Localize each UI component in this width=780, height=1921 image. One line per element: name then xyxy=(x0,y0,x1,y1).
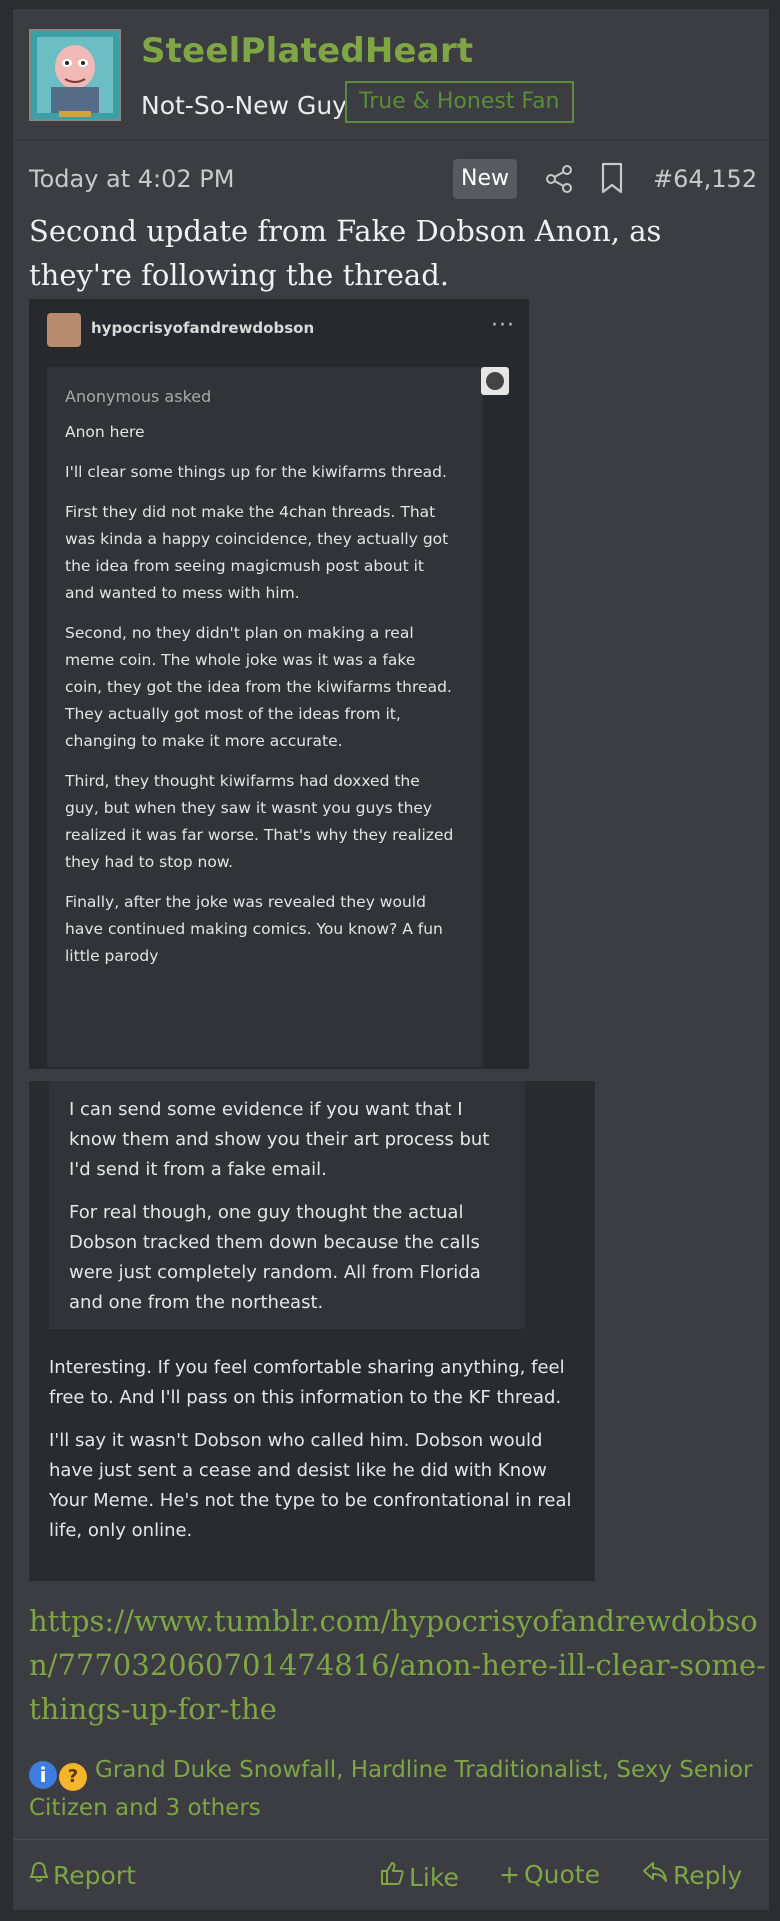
post-number[interactable]: #64,152 xyxy=(653,165,757,193)
answer-paragraph: I'll say it wasn't Dobson who called him… xyxy=(49,1430,572,1541)
reactions-bar[interactable]: i? Grand Duke Snowfall, Hardline Traditio… xyxy=(29,1753,759,1825)
plus-icon: + xyxy=(499,1860,520,1889)
username[interactable]: SteelPlatedHeart xyxy=(141,31,473,71)
ask-paragraph: Second, no they didn't plan on making a … xyxy=(65,624,452,750)
user-banner: True & Honest Fan xyxy=(345,81,574,123)
reply-button[interactable]: Reply xyxy=(641,1860,742,1890)
quote-label: Quote xyxy=(523,1860,600,1889)
ask-paragraph: For real though, one guy thought the act… xyxy=(69,1202,481,1313)
ask-paragraph: First they did not make the 4chan thread… xyxy=(65,503,449,602)
avatar-image xyxy=(31,31,119,119)
screenshot-tumblr-answer[interactable]: I can send some evidence if you want tha… xyxy=(29,1081,595,1581)
ask-paragraph: Finally, after the joke was revealed the… xyxy=(65,893,443,965)
like-button[interactable]: Like xyxy=(379,1860,459,1892)
post-meta: Today at 4:02 PM New #64,152 xyxy=(13,149,769,209)
bell-icon xyxy=(29,1861,49,1882)
avatar[interactable] xyxy=(29,29,121,121)
tumblr-avatar xyxy=(47,313,81,347)
reaction-users[interactable]: Grand Duke Snowfall, Hardline Traditiona… xyxy=(29,1757,753,1821)
ask-paragraph: Third, they thought kiwifarms had doxxed… xyxy=(65,772,454,871)
post-actions: Report Like + Quote Reply xyxy=(13,1839,769,1910)
report-label: Report xyxy=(53,1861,136,1890)
ask-paragraph: Anon here xyxy=(65,423,145,441)
ask-paragraph: I can send some evidence if you want tha… xyxy=(69,1099,490,1180)
ask-paragraph: I'll clear some things up for the kiwifa… xyxy=(65,463,447,481)
answer-text: Interesting. If you feel comfortable sha… xyxy=(49,1353,579,1559)
ask-text: I can send some evidence if you want tha… xyxy=(69,1095,509,1331)
thinking-reaction-icon: ? xyxy=(59,1763,87,1791)
share-icon[interactable] xyxy=(543,163,575,195)
answer-paragraph: Interesting. If you feel comfortable sha… xyxy=(49,1357,565,1408)
post-container: SteelPlatedHeart Not-So-New Guy True & H… xyxy=(12,8,770,1910)
report-button[interactable]: Report xyxy=(29,1860,136,1890)
bookmark-icon[interactable] xyxy=(597,161,627,195)
new-badge: New xyxy=(453,159,517,199)
ask-author: Anonymous asked xyxy=(65,387,212,406)
anon-icon xyxy=(481,367,509,395)
like-label: Like xyxy=(409,1863,459,1892)
tumblr-link[interactable]: https://www.tumblr.com/hypocrisyofandrew… xyxy=(29,1599,769,1731)
post-text: Second update from Fake Dobson Anon, as … xyxy=(29,214,662,292)
user-title: Not-So-New Guy xyxy=(141,91,347,120)
user-header: SteelPlatedHeart Not-So-New Guy True & H… xyxy=(13,9,769,140)
quote-button[interactable]: + Quote xyxy=(499,1860,600,1889)
informative-reaction-icon: i xyxy=(29,1761,57,1789)
tumblr-blog-name: hypocrisyofandrewdobson xyxy=(91,319,315,337)
screenshot-tumblr-ask[interactable]: hypocrisyofandrewdobson ··· Anonymous as… xyxy=(29,299,529,1069)
thumbs-up-icon xyxy=(381,1862,404,1885)
post-timestamp[interactable]: Today at 4:02 PM xyxy=(29,165,235,193)
reply-icon xyxy=(643,1862,667,1882)
reply-label: Reply xyxy=(673,1861,743,1890)
more-icon: ··· xyxy=(491,313,515,338)
ask-text: Anon here I'll clear some things up for … xyxy=(65,419,455,983)
